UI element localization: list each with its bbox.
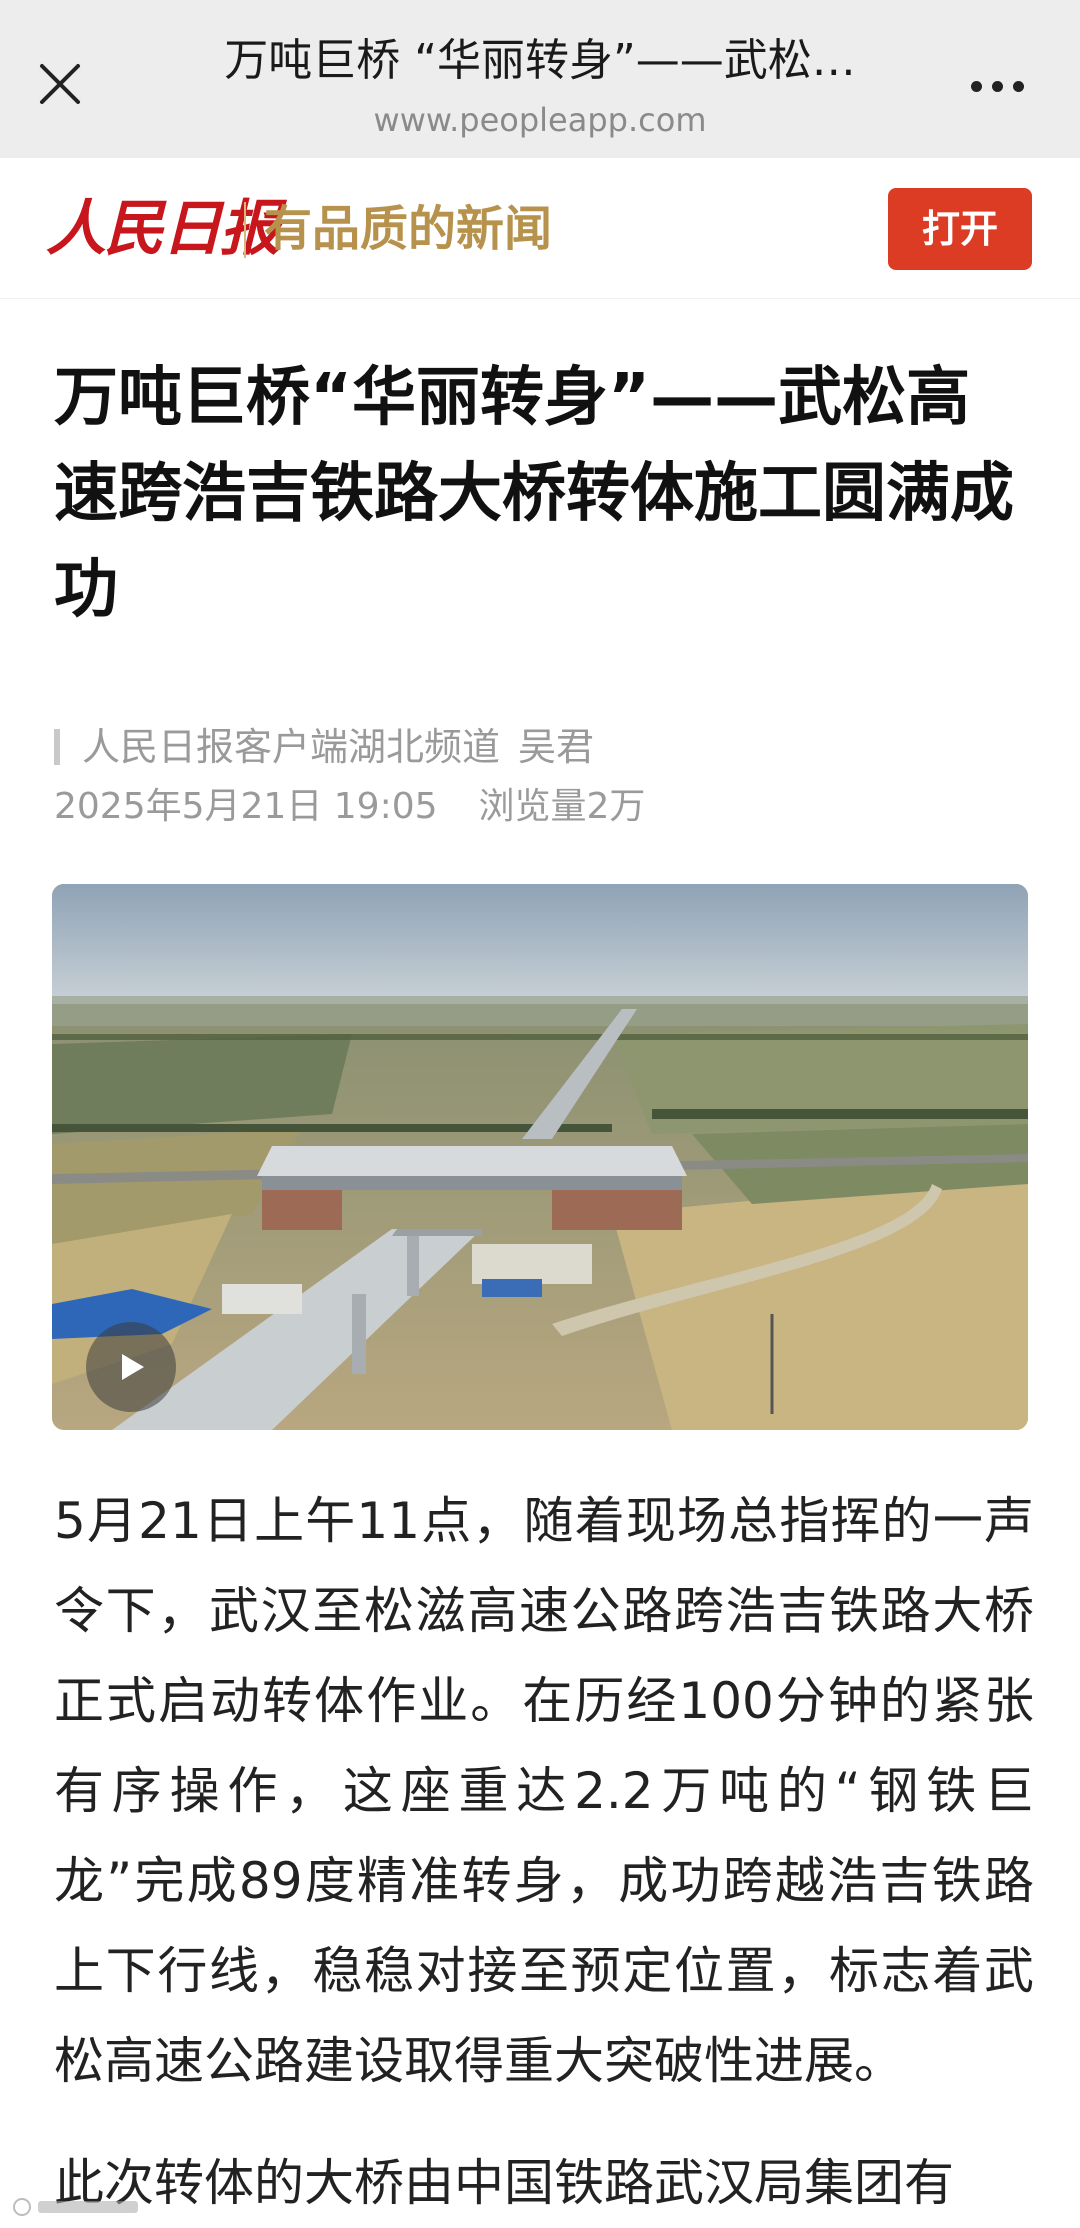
- watermark-icon: [13, 2198, 138, 2216]
- more-dot-icon: [991, 80, 1003, 92]
- article-datetime: 2025年5月21日 19:05: [54, 786, 438, 827]
- more-dot-icon: [970, 80, 982, 92]
- article-author: 吴君: [518, 725, 595, 769]
- article-paragraph: 此次转体的大桥由中国铁路武汉局集团有: [54, 2154, 954, 2212]
- browser-top-bar: 万吨巨桥 “华丽转身”——武松… www.peopleapp.com: [0, 0, 1080, 158]
- article-video[interactable]: [52, 884, 1028, 1430]
- close-icon: [40, 64, 80, 104]
- article-byline: 人民日报客户端湖北频道 吴君: [54, 722, 594, 772]
- article-views: 浏览量2万: [478, 786, 646, 827]
- close-button[interactable]: [28, 52, 92, 116]
- article-meta: 2025年5月21日 19:05 浏览量2万: [54, 782, 645, 832]
- article-source: 人民日报客户端湖北频道: [82, 725, 501, 769]
- more-options-button[interactable]: [952, 58, 1042, 114]
- page-title: 万吨巨桥 “华丽转身”——武松…: [224, 35, 856, 86]
- bridge-aerial-photo: [52, 884, 1028, 1430]
- open-app-button[interactable]: 打开: [888, 188, 1032, 270]
- more-dot-icon: [1012, 80, 1024, 92]
- brand-slogan: 有品质的新闻: [264, 201, 553, 257]
- brand-bar: 人民日报 有品质的新闻 打开: [0, 158, 1080, 299]
- byline-marker: [54, 729, 60, 765]
- page-url: www.peopleapp.com: [373, 101, 707, 139]
- brand-divider: [244, 202, 246, 258]
- play-icon: [122, 1354, 144, 1380]
- article-headline: 万吨巨桥“华丽转身”——武松高速跨浩吉铁路大桥转体施工圆满成功: [54, 361, 1014, 627]
- article-paragraph: 5月21日上午11点，随着现场总指挥的一声令下，武汉至松滋高速公路跨浩吉铁路大桥…: [54, 1492, 1034, 2090]
- play-button[interactable]: [86, 1322, 176, 1412]
